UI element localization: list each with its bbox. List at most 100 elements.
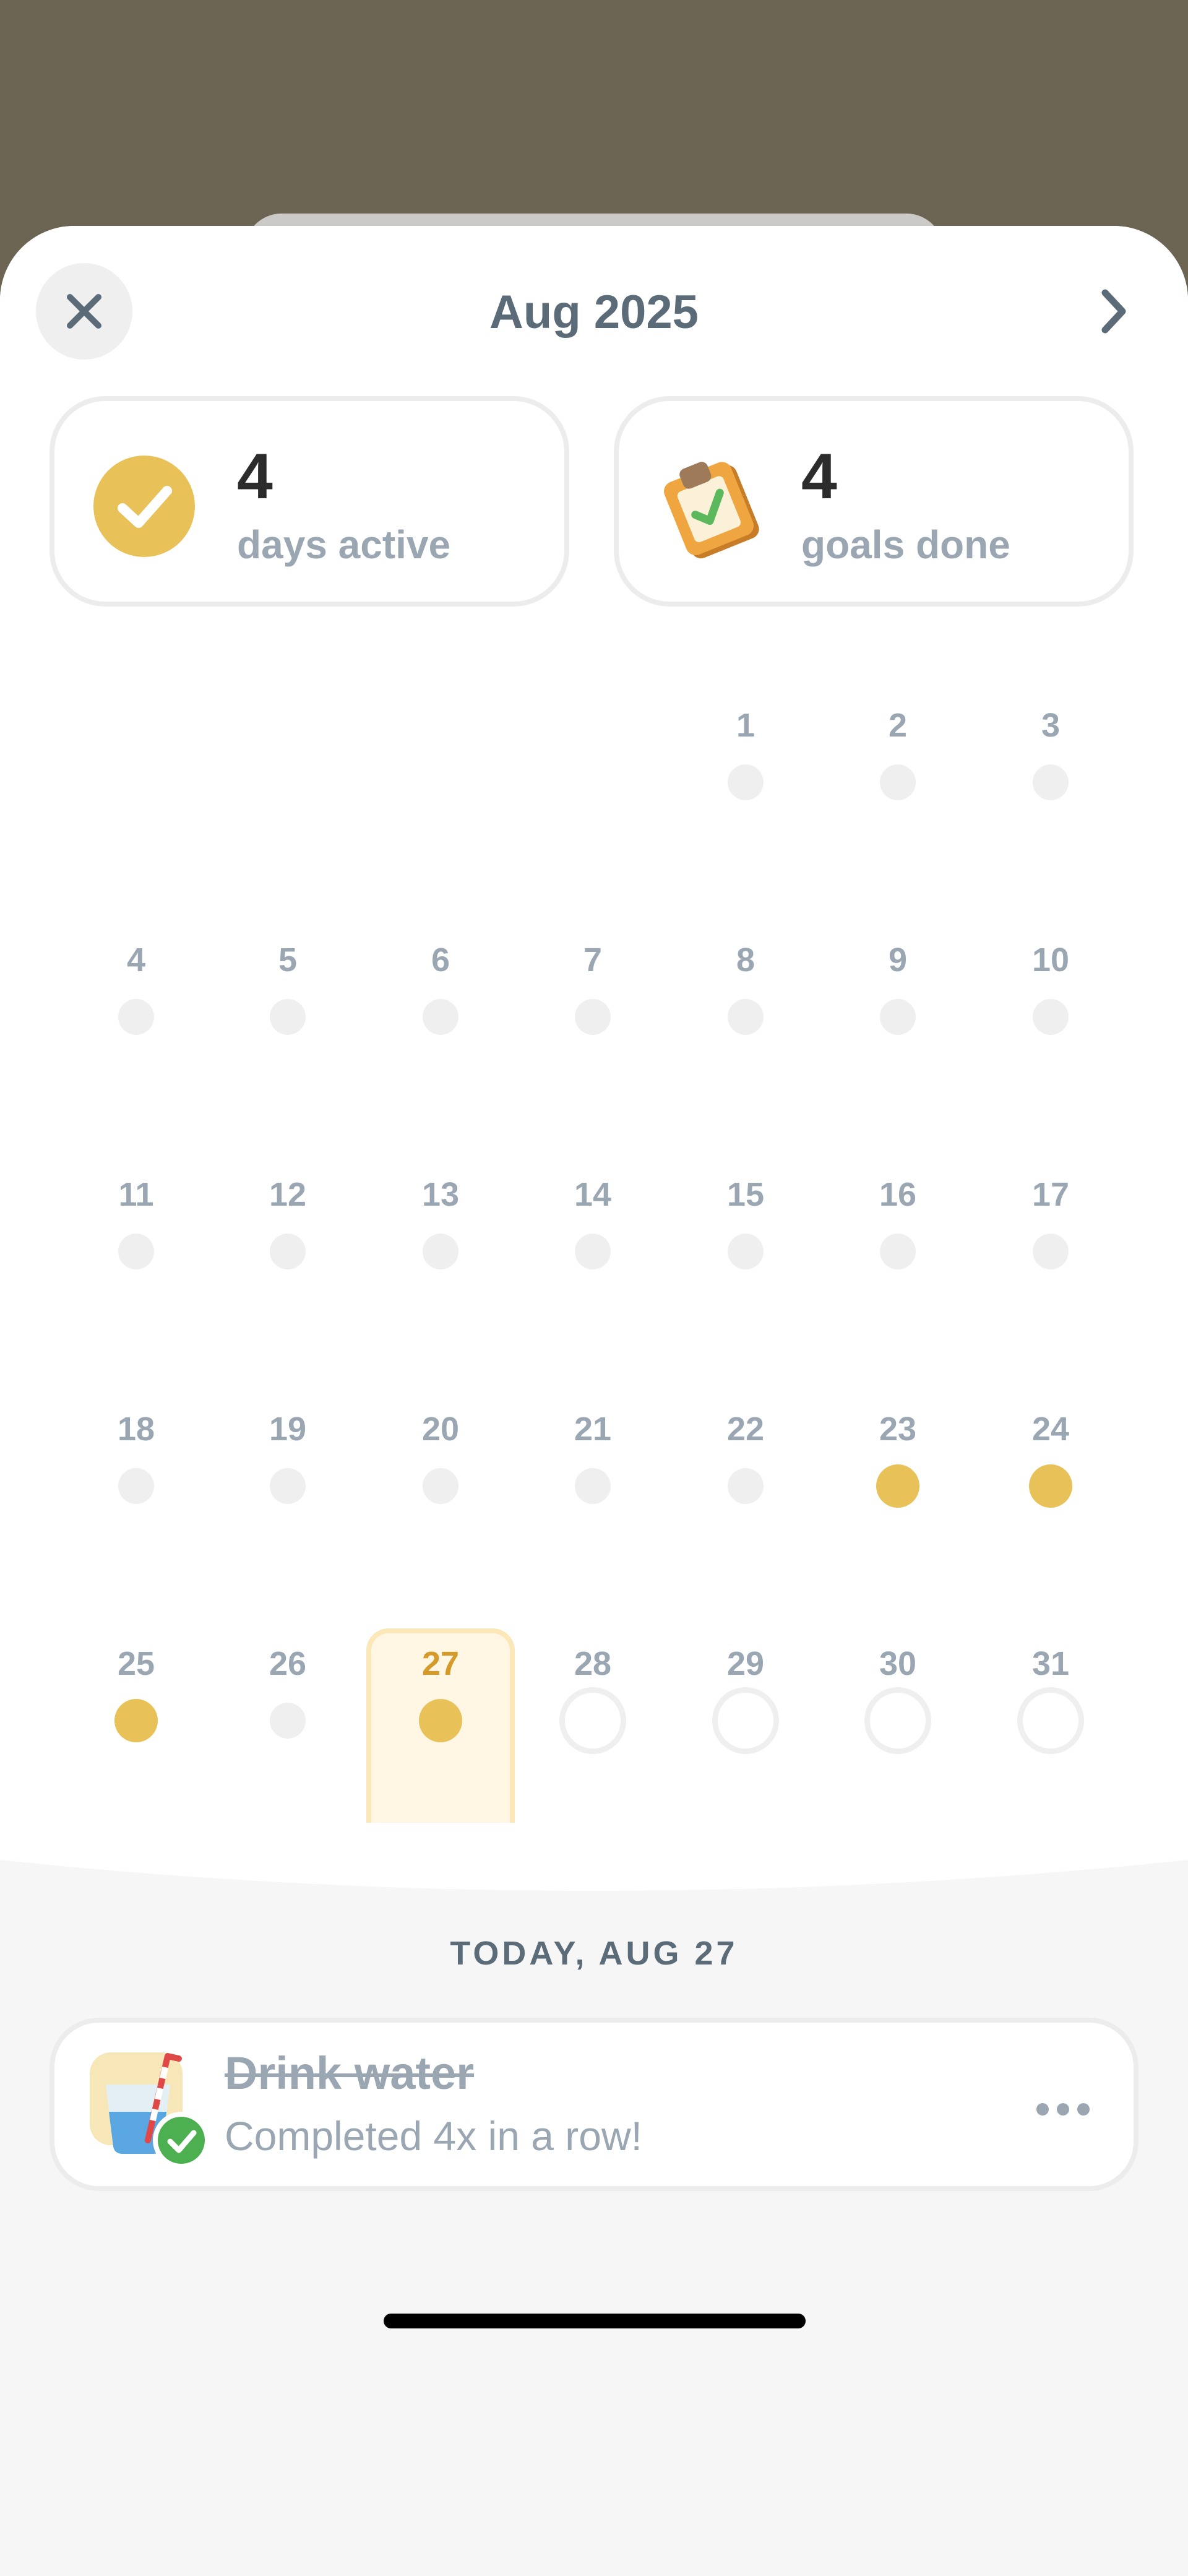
- calendar-day-number: 1: [736, 707, 755, 744]
- calendar-day[interactable]: 21: [519, 1409, 667, 1595]
- calendar-day-dot-inactive: [575, 1468, 611, 1504]
- panel-curve: [0, 1823, 1188, 1891]
- calendar-sheet: Aug 2025 4 days active 4 goals done 1 2 …: [0, 226, 1188, 2576]
- calendar-grid: 1 2 3 4 5 6 7 8 9 10 11 12 13 14 15 16 17 18 19 20 21 22 23 24 2…: [0, 226, 1188, 1860]
- calendar-day-number: 19: [269, 1411, 307, 1448]
- calendar-day-number: 6: [431, 941, 450, 979]
- calendar-day-dot-inactive: [575, 1234, 611, 1269]
- calendar-day-number: 29: [726, 1645, 765, 1682]
- calendar-day[interactable]: 26: [213, 1644, 362, 1830]
- calendar-day[interactable]: 7: [519, 940, 667, 1126]
- calendar-day-dot-inactive: [728, 764, 764, 800]
- calendar-day-number: 30: [879, 1645, 917, 1682]
- goal-card-drink-water[interactable]: Drink water Completed 4x in a row!: [50, 2018, 1138, 2191]
- goal-subtitle: Completed 4x in a row!: [225, 2113, 642, 2159]
- calendar-day-dot-inactive: [270, 999, 306, 1035]
- calendar-day[interactable]: 30: [824, 1644, 972, 1830]
- calendar-day-dot-inactive: [270, 1468, 306, 1504]
- calendar-day[interactable]: 20: [366, 1409, 515, 1595]
- calendar-day-number: 20: [421, 1411, 460, 1448]
- calendar-day-dot-active: [1029, 1464, 1072, 1508]
- calendar-day[interactable]: 23: [824, 1409, 972, 1595]
- calendar-day-dot-inactive: [270, 1234, 306, 1269]
- calendar-day-dot-inactive: [880, 764, 916, 800]
- calendar-day-number: 15: [726, 1176, 765, 1213]
- calendar-day-dot-inactive: [728, 1468, 764, 1504]
- calendar-day[interactable]: 5: [213, 940, 362, 1126]
- calendar-day-number: 25: [117, 1645, 155, 1682]
- calendar-day-dot-active: [876, 1464, 919, 1508]
- calendar-day[interactable]: 9: [824, 940, 972, 1126]
- calendar-day-number: 23: [879, 1411, 917, 1448]
- calendar-day-dot-inactive: [880, 1234, 916, 1269]
- calendar-day[interactable]: 29: [671, 1644, 820, 1830]
- calendar-day-number: 4: [126, 941, 146, 979]
- calendar-day-dot-inactive: [1033, 1234, 1069, 1269]
- calendar-day-number: 5: [278, 941, 298, 979]
- calendar-day-number: 22: [726, 1411, 765, 1448]
- calendar-day[interactable]: 3: [976, 706, 1125, 891]
- calendar-day-number: 10: [1031, 941, 1070, 979]
- calendar-day-dot-inactive: [1033, 999, 1069, 1035]
- calendar-day-dot-inactive: [728, 1234, 764, 1269]
- calendar-day[interactable]: 4: [62, 940, 210, 1126]
- calendar-day[interactable]: 2: [824, 706, 972, 891]
- calendar-day[interactable]: 22: [671, 1409, 820, 1595]
- calendar-day-dot-inactive: [1033, 764, 1069, 800]
- calendar-day-number: 21: [574, 1411, 612, 1448]
- calendar-day-dot-future: [712, 1687, 779, 1754]
- calendar-day[interactable]: 12: [213, 1175, 362, 1360]
- calendar-day-dot-future: [1017, 1687, 1084, 1754]
- calendar-day-dot-inactive: [118, 999, 154, 1035]
- calendar-day[interactable]: 14: [519, 1175, 667, 1360]
- calendar-day-number: 14: [574, 1176, 612, 1213]
- calendar-day-dot-inactive: [270, 1703, 306, 1739]
- calendar-day[interactable]: 8: [671, 940, 820, 1126]
- calendar-day[interactable]: 31: [976, 1644, 1125, 1830]
- calendar-day-number: 27: [421, 1645, 460, 1682]
- calendar-day-number: 12: [269, 1176, 307, 1213]
- calendar-day-dot-inactive: [423, 999, 458, 1035]
- more-options-button[interactable]: [1026, 2072, 1100, 2146]
- calendar-day-number: 26: [269, 1645, 307, 1682]
- calendar-day[interactable]: 18: [62, 1409, 210, 1595]
- calendar-day[interactable]: 24: [976, 1409, 1125, 1595]
- calendar-day[interactable]: 10: [976, 940, 1125, 1126]
- calendar-day-dot-active: [114, 1699, 158, 1742]
- calendar-day-number: 17: [1031, 1176, 1070, 1213]
- calendar-day-number: 24: [1031, 1411, 1070, 1448]
- calendar-day-dot-inactive: [118, 1468, 154, 1504]
- home-indicator: [384, 2314, 806, 2328]
- calendar-day[interactable]: 19: [213, 1409, 362, 1595]
- calendar-day[interactable]: 11: [62, 1175, 210, 1360]
- water-glass-icon: [90, 2052, 210, 2169]
- calendar-day[interactable]: 13: [366, 1175, 515, 1360]
- calendar-day-dot-inactive: [728, 999, 764, 1035]
- calendar-day-number: 7: [583, 941, 603, 979]
- calendar-day[interactable]: 25: [62, 1644, 210, 1830]
- calendar-day-dot-inactive: [880, 999, 916, 1035]
- calendar-day[interactable]: 16: [824, 1175, 972, 1360]
- today-header: TODAY, AUG 27: [450, 1935, 738, 1972]
- calendar-day-dot-future: [864, 1687, 931, 1754]
- calendar-day[interactable]: 28: [519, 1644, 667, 1830]
- calendar-day[interactable]: 15: [671, 1175, 820, 1360]
- calendar-day-number: 28: [574, 1645, 612, 1682]
- calendar-day-number: 8: [736, 941, 755, 979]
- calendar-day-number: 9: [888, 941, 908, 979]
- completed-check-icon: [153, 2112, 210, 2169]
- calendar-day[interactable]: 17: [976, 1175, 1125, 1360]
- calendar-day-dot-inactive: [423, 1234, 458, 1269]
- more-horizontal-icon: [1036, 2103, 1090, 2116]
- calendar-day[interactable]: 1: [671, 706, 820, 891]
- calendar-day-number: 16: [879, 1176, 917, 1213]
- calendar-day-dot-future: [559, 1687, 626, 1754]
- calendar-day-number: 31: [1031, 1645, 1070, 1682]
- calendar-day-number: 18: [117, 1411, 155, 1448]
- calendar-day-number: 11: [118, 1176, 154, 1213]
- calendar-day-today[interactable]: 27: [366, 1628, 515, 1857]
- calendar-day-dot-inactive: [575, 999, 611, 1035]
- calendar-day-dot-active: [419, 1699, 462, 1742]
- calendar-day[interactable]: 6: [366, 940, 515, 1126]
- calendar-day-number: 2: [888, 707, 908, 744]
